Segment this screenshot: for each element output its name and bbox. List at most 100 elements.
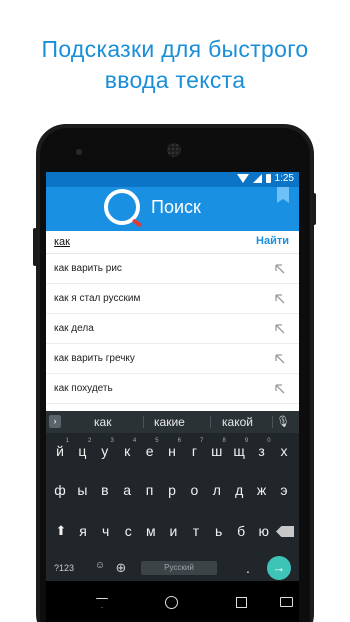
status-bar: 1:25 (46, 172, 299, 187)
key-number-hint: 7 (200, 438, 204, 444)
globe-icon[interactable]: ⊕ (113, 560, 129, 576)
home-icon[interactable] (165, 596, 178, 609)
emoji-icon[interactable]: ☺ (93, 560, 107, 571)
arrow-up-left-icon[interactable] (273, 292, 287, 306)
keyboard-suggestion[interactable]: какой (222, 415, 253, 429)
key-number-hint: 6 (177, 438, 181, 444)
key-row-1: й1ц2у3к4е5н6г7ш8щ9з0х (46, 438, 299, 463)
key[interactable]: ш8 (207, 438, 227, 459)
enter-icon[interactable]: → (267, 556, 291, 580)
key[interactable]: б (231, 523, 251, 539)
app-title: Поиск (151, 197, 201, 217)
key-row-4: ?123 ☺ ⊕ Русский . → (46, 556, 299, 581)
key[interactable]: к4 (117, 438, 137, 459)
key[interactable]: р (162, 482, 182, 498)
suggestion-divider (210, 416, 211, 428)
keyboard-suggestion[interactable]: как (94, 415, 111, 429)
key-label: щ (233, 443, 245, 459)
key[interactable]: й1 (50, 438, 70, 459)
key-label: к (124, 443, 131, 459)
power-button (312, 193, 316, 225)
key[interactable]: т (186, 523, 206, 539)
arrow-up-left-icon[interactable] (273, 262, 287, 276)
promo-line-1: Подсказки для быстрого (41, 36, 309, 62)
key[interactable]: у3 (95, 438, 115, 459)
list-item[interactable]: как варить гречку (46, 344, 299, 374)
space-key[interactable]: Русский (141, 561, 217, 575)
keyboard-icon[interactable] (280, 597, 293, 607)
key[interactable]: я (73, 523, 93, 539)
signal-icon (252, 174, 262, 183)
key-number-hint: 8 (222, 438, 226, 444)
key[interactable]: л (207, 482, 227, 498)
key[interactable]: е5 (140, 438, 160, 459)
key[interactable]: ю (254, 523, 274, 539)
key[interactable]: ф (50, 482, 70, 498)
key[interactable]: щ9 (229, 438, 249, 459)
arrow-up-left-icon[interactable] (273, 382, 287, 396)
key[interactable]: м (141, 523, 161, 539)
backspace-icon (276, 526, 294, 537)
key-number-hint: 1 (65, 438, 69, 444)
key[interactable]: ч (96, 523, 116, 539)
key[interactable]: х (274, 443, 294, 459)
key-label: й (56, 443, 64, 459)
key[interactable]: ь (209, 523, 229, 539)
keyboard-suggestion[interactable]: какие (154, 415, 185, 429)
key-label: ц (78, 443, 87, 459)
expand-suggestions-icon[interactable]: › (49, 415, 61, 428)
search-bar: Найти (46, 231, 299, 254)
earpiece-grille (167, 143, 181, 157)
suggestion-text: как дела (54, 323, 94, 334)
key-label: г (191, 443, 197, 459)
key[interactable]: э (274, 482, 294, 498)
phone-screen: 1:25 Поиск Найти как варить рис как я ст… (46, 172, 299, 622)
shift-icon[interactable]: ⬆ (52, 523, 70, 539)
key-label: ш (211, 443, 223, 459)
key[interactable]: в (95, 482, 115, 498)
key[interactable]: ж (252, 482, 272, 498)
suggestion-text: как варить рис (54, 263, 122, 274)
list-item[interactable]: как похудеть (46, 374, 299, 404)
suggestion-list: как варить рис как я стал русским как де… (46, 254, 299, 404)
key[interactable]: з0 (252, 438, 272, 459)
list-item[interactable]: как я стал русским (46, 284, 299, 314)
volume-button (33, 228, 37, 266)
key-row-3: ⬆ ячсмитьбю (46, 523, 299, 543)
key-label: з (258, 443, 265, 459)
key[interactable]: и (163, 523, 183, 539)
backspace-key[interactable] (276, 526, 294, 537)
battery-icon (265, 174, 271, 183)
key[interactable]: с (118, 523, 138, 539)
key[interactable]: а (117, 482, 137, 498)
arrow-up-left-icon[interactable] (273, 352, 287, 366)
back-icon[interactable] (96, 598, 108, 608)
key-number-hint: 0 (267, 438, 271, 444)
recents-icon[interactable] (236, 597, 247, 608)
search-button[interactable]: Найти (256, 235, 289, 247)
key[interactable]: ц2 (72, 438, 92, 459)
key[interactable]: о (184, 482, 204, 498)
app-logo-tail (131, 218, 143, 228)
list-item[interactable]: как варить рис (46, 254, 299, 284)
key-label: у (101, 443, 109, 459)
mic-icon[interactable]: 🎙 (276, 415, 290, 428)
key[interactable]: д (229, 482, 249, 498)
list-item[interactable]: как дела (46, 314, 299, 344)
key[interactable]: п (140, 482, 160, 498)
period-key[interactable]: . (243, 560, 253, 576)
symbols-key[interactable]: ?123 (50, 563, 78, 573)
app-bar: Поиск (46, 187, 299, 231)
key-label: е (145, 443, 154, 459)
promo-heading: Подсказки для быстрого ввода текста (0, 34, 350, 96)
key-label: х (280, 443, 288, 459)
key-number-hint: 5 (155, 438, 159, 444)
key[interactable]: н6 (162, 438, 182, 459)
key-number-hint: 2 (88, 438, 92, 444)
bookmark-icon[interactable] (277, 187, 289, 203)
key[interactable]: ы (72, 482, 92, 498)
search-input[interactable] (54, 234, 224, 250)
arrow-up-left-icon[interactable] (273, 322, 287, 336)
key-number-hint: 4 (132, 438, 137, 444)
key[interactable]: г7 (184, 438, 204, 459)
